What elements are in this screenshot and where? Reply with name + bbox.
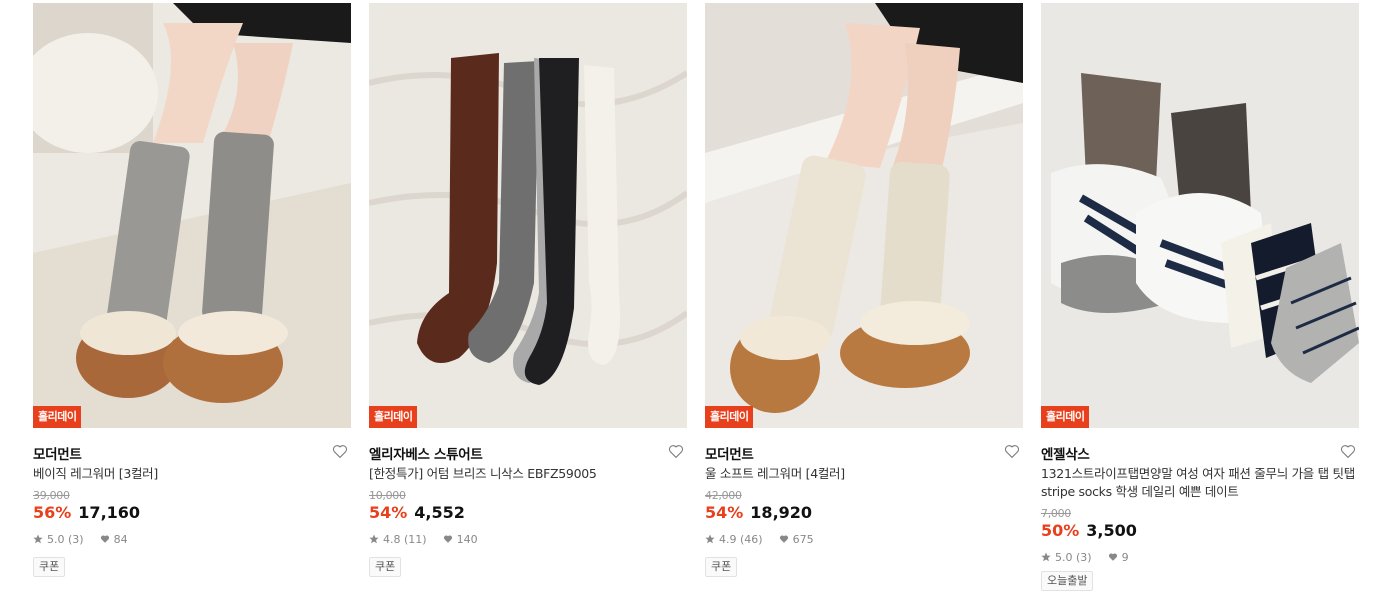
star-icon (1041, 552, 1051, 562)
sale-price: 17,160 (78, 503, 141, 522)
rating-text: 4.9 (46) (719, 532, 763, 546)
leg-warmer-photo (33, 3, 351, 428)
coupon-tag: 쿠폰 (369, 557, 402, 577)
review-meta: 5.0 (3) 84 (33, 531, 351, 547)
discount-rate: 54% (369, 503, 408, 522)
stripe-socks-photo (1041, 3, 1359, 428)
coupon-tag: 쿠폰 (33, 557, 66, 577)
review-meta: 4.8 (11) 140 (369, 531, 687, 547)
review-meta: 5.0 (3) 9 (1041, 549, 1359, 565)
heart-icon[interactable] (1339, 442, 1357, 460)
product-card[interactable]: 홀리데이 엘리자베스 스튜어트 [한정특가] 어텀 브리즈 니삭스 EBFZ59… (369, 3, 687, 577)
review-meta: 4.9 (46) 675 (705, 531, 1023, 547)
heart-count-icon (100, 535, 109, 543)
product-image[interactable]: 홀리데이 (33, 3, 351, 428)
product-title[interactable]: 울 소프트 레그워머 [4컬러] (705, 465, 1023, 483)
product-title[interactable]: 1321스트라이프탭면양말 여성 여자 패션 줄무늬 가을 탭 팃탭 strip… (1041, 465, 1359, 501)
like-count: 84 (113, 532, 128, 546)
star-icon (33, 534, 43, 544)
heart-count-icon (1108, 553, 1117, 561)
rating-text: 4.8 (11) (383, 532, 427, 546)
discount-rate: 54% (705, 503, 744, 522)
shipping-tag: 오늘출발 (1041, 571, 1094, 591)
discount-rate: 56% (33, 503, 72, 522)
sale-price: 3,500 (1086, 521, 1137, 540)
heart-icon[interactable] (667, 442, 685, 460)
holiday-badge: 홀리데이 (33, 406, 82, 428)
knee-socks-photo (369, 3, 687, 428)
holiday-badge: 홀리데이 (705, 406, 754, 428)
sale-price: 4,552 (414, 503, 465, 522)
discount-rate: 50% (1041, 521, 1080, 540)
like-count: 140 (456, 532, 478, 546)
heart-icon[interactable] (1003, 442, 1021, 460)
brand-name[interactable]: 모더먼트 (705, 447, 754, 463)
original-price: 10,000 (369, 489, 406, 502)
star-icon (705, 534, 715, 544)
original-price: 42,000 (705, 489, 742, 502)
product-image[interactable]: 홀리데이 (705, 3, 1023, 428)
rating-text: 5.0 (3) (47, 532, 84, 546)
product-card[interactable]: 홀리데이 모더먼트 베이직 레그워머 [3컬러] 39,000 56% 17,1… (33, 3, 351, 577)
brand-name[interactable]: 모더먼트 (33, 447, 82, 463)
star-icon (369, 534, 379, 544)
like-count: 9 (1121, 550, 1129, 564)
holiday-badge: 홀리데이 (1041, 406, 1090, 428)
product-title[interactable]: 베이직 레그워머 [3컬러] (33, 465, 351, 483)
product-card[interactable]: 홀리데이 모더먼트 울 소프트 레그워머 [4컬러] 42,000 54% 18… (705, 3, 1023, 577)
brand-name[interactable]: 엔젤삭스 (1041, 447, 1090, 463)
heart-count-icon (779, 535, 788, 543)
product-grid: 홀리데이 모더먼트 베이직 레그워머 [3컬러] 39,000 56% 17,1… (0, 0, 1373, 601)
rating-text: 5.0 (3) (1055, 550, 1092, 564)
product-title[interactable]: [한정특가] 어텀 브리즈 니삭스 EBFZ59005 (369, 465, 687, 483)
original-price: 39,000 (33, 489, 70, 502)
product-image[interactable]: 홀리데이 (1041, 3, 1359, 428)
original-price: 7,000 (1041, 507, 1071, 520)
heart-icon[interactable] (331, 442, 349, 460)
holiday-badge: 홀리데이 (369, 406, 418, 428)
coupon-tag: 쿠폰 (705, 557, 738, 577)
product-card[interactable]: 홀리데이 엔젤삭스 1321스트라이프탭면양말 여성 여자 패션 줄무늬 가을 … (1041, 3, 1359, 591)
brand-name[interactable]: 엘리자베스 스튜어트 (369, 447, 483, 463)
sale-price: 18,920 (750, 503, 813, 522)
heart-count-icon (443, 535, 452, 543)
like-count: 675 (792, 532, 814, 546)
wool-leg-warmer-photo (705, 3, 1023, 428)
product-image[interactable]: 홀리데이 (369, 3, 687, 428)
